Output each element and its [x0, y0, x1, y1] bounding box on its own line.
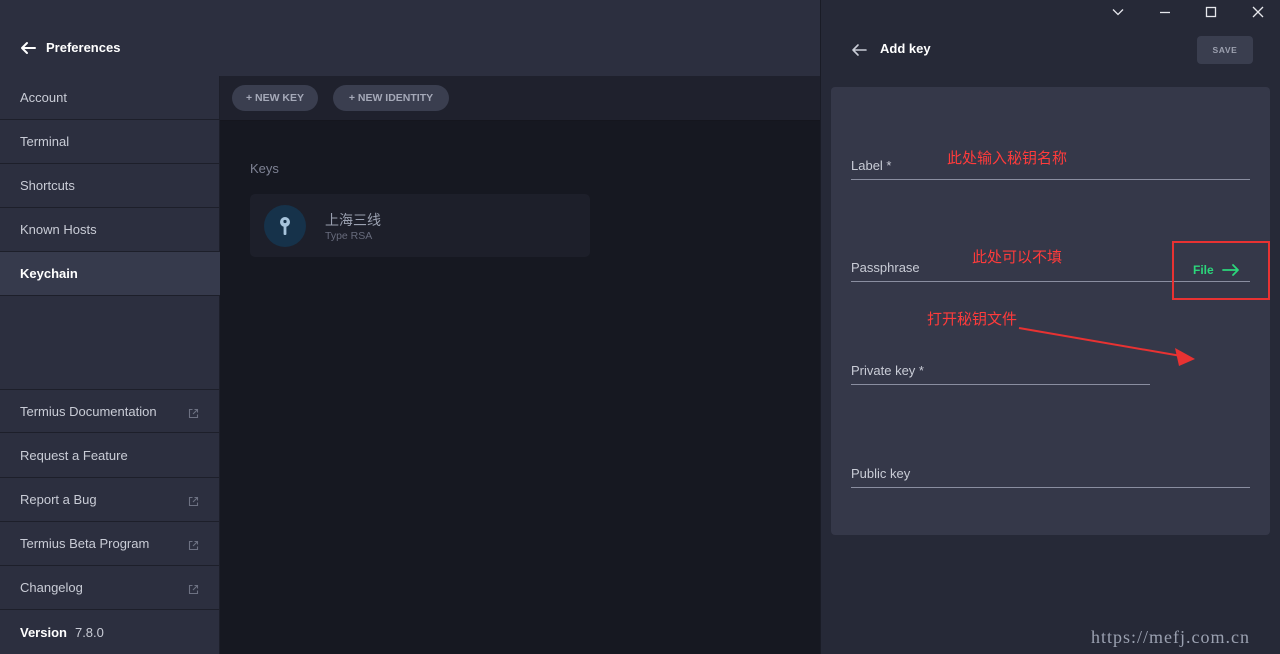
chevron-down-icon[interactable] [1110, 4, 1126, 20]
keychain-main: Keys 上海三线 Type RSA [220, 121, 820, 654]
key-card[interactable]: 上海三线 Type RSA [250, 194, 590, 257]
page-title: Preferences [46, 40, 121, 55]
private-key-field-label: Private key * [851, 363, 924, 378]
sidebar-link-beta-program[interactable]: Termius Beta Program [0, 522, 220, 566]
sidebar-item-label: Keychain [20, 266, 78, 281]
close-icon[interactable] [1250, 4, 1266, 20]
public-key-field-label: Public key [851, 466, 911, 481]
new-identity-button[interactable]: + NEW IDENTITY [333, 85, 449, 111]
version-label: Version [20, 624, 67, 640]
back-arrow-icon[interactable] [18, 38, 38, 58]
sidebar-item-known-hosts[interactable]: Known Hosts [0, 208, 220, 252]
sidebar-item-shortcuts[interactable]: Shortcuts [0, 164, 220, 208]
external-link-icon [188, 495, 199, 507]
version-info: Version 7.8.0 [0, 610, 220, 654]
keychain-toolbar: + NEW KEY + NEW IDENTITY [220, 76, 820, 121]
panel-title: Add key [880, 41, 931, 56]
back-arrow-icon[interactable] [849, 40, 869, 60]
preferences-header: Preferences [0, 0, 820, 76]
sidebar-item-keychain[interactable]: Keychain [0, 252, 220, 296]
external-link-icon [188, 407, 199, 419]
public-key-field[interactable]: Public key [851, 458, 1250, 488]
new-key-button[interactable]: + NEW KEY [232, 85, 318, 111]
sidebar-link-report-bug[interactable]: Report a Bug [0, 478, 220, 522]
sidebar-link-label: Termius Documentation [20, 403, 157, 419]
key-name: 上海三线 [325, 212, 381, 228]
termius-app: Preferences Account Terminal Shortcuts K… [0, 0, 1280, 654]
add-key-form: Label * 此处输入秘钥名称 Passphrase 此处可以不填 打开秘钥文… [831, 87, 1270, 535]
sidebar-item-label: Terminal [20, 134, 70, 149]
external-link-icon [188, 539, 199, 551]
file-button[interactable]: File [1193, 263, 1240, 277]
file-highlight-box: File [1172, 241, 1270, 300]
version-value: 7.8.0 [74, 624, 104, 640]
key-icon [280, 217, 290, 235]
private-key-field[interactable]: Private key * [851, 355, 1150, 385]
sidebar: Account Terminal Shortcuts Known Hosts K… [0, 76, 220, 654]
sidebar-link-label: Request a Feature [20, 448, 128, 463]
key-type: Type RSA [325, 230, 373, 242]
watermark: https://mefj.com.cn [1091, 627, 1250, 647]
save-button[interactable]: SAVE [1197, 36, 1253, 64]
sidebar-item-account[interactable]: Account [0, 76, 220, 120]
sidebar-link-documentation[interactable]: Termius Documentation [0, 389, 220, 433]
sidebar-item-label: Account [20, 90, 67, 105]
keys-heading: Keys [250, 161, 279, 176]
sidebar-link-label: Changelog [20, 580, 83, 595]
external-link-icon [188, 583, 199, 595]
maximize-icon[interactable] [1203, 4, 1219, 20]
sidebar-item-terminal[interactable]: Terminal [0, 120, 220, 164]
sidebar-link-label: Report a Bug [20, 492, 97, 507]
file-button-label: File [1193, 263, 1214, 277]
sidebar-item-label: Known Hosts [20, 222, 97, 237]
sidebar-item-label: Shortcuts [20, 178, 75, 193]
sidebar-link-label: Termius Beta Program [20, 536, 150, 551]
arrow-right-icon [1221, 264, 1239, 276]
sidebar-link-changelog[interactable]: Changelog [0, 566, 220, 610]
minimize-icon[interactable] [1157, 4, 1173, 20]
add-key-panel: Add key SAVE Label * 此处输入秘钥名称 Passphrase… [820, 0, 1280, 654]
sidebar-link-request-feature[interactable]: Request a Feature [0, 434, 220, 478]
key-avatar [264, 205, 306, 247]
